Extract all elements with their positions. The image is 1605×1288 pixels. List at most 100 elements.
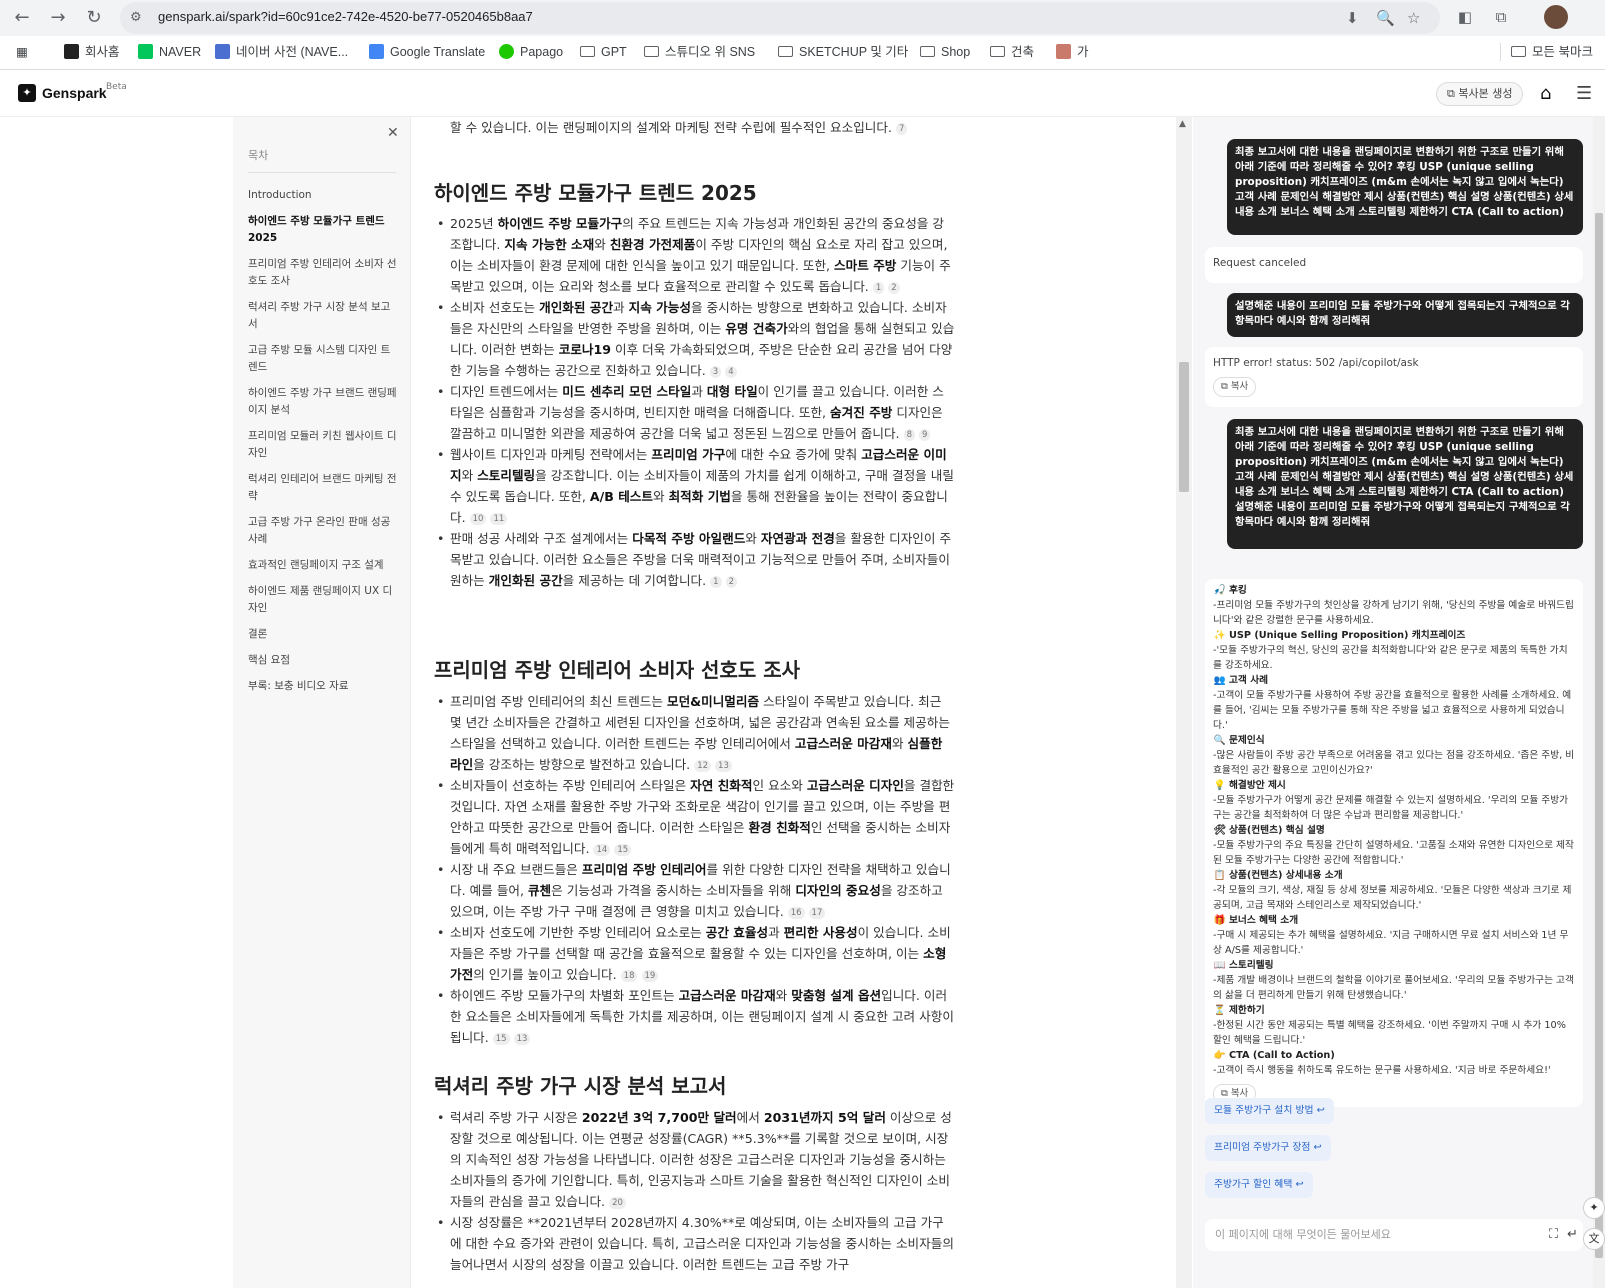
apps-icon[interactable]: ▦	[16, 43, 28, 61]
emoji-icon: 🛠	[1213, 825, 1226, 836]
toc-item[interactable]: 고급 주방 모듈 시스템 디자인 트렌드	[248, 342, 398, 376]
emoji-icon: 🎁	[1213, 915, 1226, 926]
toc-item[interactable]: 하이엔드 주방 가구 브랜드 랜딩페이지 분석	[248, 385, 398, 419]
answer-text: -고객이 모듈 주방가구를 사용하여 주방 공간을 효율적으로 활용한 사례를 …	[1213, 690, 1572, 731]
toc-item[interactable]: 럭셔리 인테리어 브랜드 마케팅 전략	[248, 471, 398, 505]
citation[interactable]: 17	[808, 907, 826, 919]
suggestion-chip[interactable]: 주방가구 할인 혜택 ↩	[1205, 1172, 1313, 1198]
citation[interactable]: 14	[593, 844, 611, 856]
forward-icon[interactable]: →	[44, 4, 72, 32]
citation[interactable]: 3	[709, 366, 722, 378]
app-logo[interactable]: Genspark	[42, 85, 107, 101]
toc-item[interactable]: 효과적인 랜딩페이지 구조 설계	[248, 557, 398, 574]
address-bar[interactable]: ⚙ genspark.ai/spark?id=60c91ce2-742e-452…	[120, 2, 1440, 34]
browser-toolbar: ← → ↻ ⚙ genspark.ai/spark?id=60c91ce2-74…	[0, 0, 1605, 36]
citation[interactable]: 1	[872, 282, 885, 294]
system-message: HTTP error! status: 502 /api/copilot/ask…	[1205, 347, 1583, 407]
toc-item[interactable]: 프리미엄 모듈러 키친 웹사이트 디자인	[248, 428, 398, 462]
answer-heading: ✨ USP (Unique Selling Proposition) 캐치프레이즈	[1213, 628, 1575, 643]
puzzle-icon[interactable]: ⧉	[1488, 4, 1514, 30]
bookmark-folder-sns[interactable]: 스튜디오 위 SNS	[644, 43, 755, 61]
folder-icon	[644, 46, 659, 57]
translate-icon[interactable]: 文	[1583, 1228, 1605, 1250]
back-icon[interactable]: ←	[8, 4, 36, 32]
citation[interactable]: 2	[888, 282, 900, 294]
toc-item[interactable]: 부록: 보충 비디오 자료	[248, 678, 398, 695]
site-settings-icon[interactable]: ⚙	[130, 10, 146, 26]
citation[interactable]: 10	[469, 513, 487, 525]
citation[interactable]: 8	[903, 429, 915, 441]
star-icon[interactable]: ☆	[1407, 9, 1420, 27]
genspark-logo-icon[interactable]: ✦	[18, 84, 36, 102]
url-text[interactable]: genspark.ai/spark?id=60c91ce2-742e-4520-…	[158, 9, 533, 24]
bookmark-3[interactable]: 네이버 사전 (NAVE...	[215, 43, 348, 61]
scroll-up-icon[interactable]: ▲	[1179, 119, 1186, 129]
bookmark-11[interactable]: 가	[1056, 43, 1089, 61]
toc-item[interactable]: 하이엔드 제품 랜딩페이지 UX 디자인	[248, 583, 398, 617]
bookmark-folder-gpt[interactable]: GPT	[580, 43, 627, 61]
article-scrollbar[interactable]: ▲	[1176, 117, 1192, 1288]
answer-heading-text: 제한하기	[1229, 1005, 1265, 1016]
citation[interactable]: 19	[641, 970, 659, 982]
chat-input[interactable]: 이 페이지에 대해 무엇이든 물어보세요 ⛶ ↵	[1205, 1219, 1583, 1251]
citation[interactable]: 2	[725, 576, 737, 588]
bookmark-5[interactable]: Papago	[499, 43, 563, 61]
zoom-icon[interactable]: 🔍	[1376, 9, 1395, 27]
bookmark-folder-sketchup[interactable]: SKETCHUP 및 기타	[778, 43, 908, 61]
list-item: 소비자 선호도에 기반한 주방 인테리어 요소로는 공간 효율성과 편리한 사용…	[437, 922, 955, 985]
install-icon[interactable]: ⬇	[1346, 9, 1359, 27]
toc-item[interactable]: 하이엔드 주방 모듈가구 트렌드 2025	[248, 213, 398, 247]
send-icon[interactable]: ↵	[1567, 1219, 1578, 1251]
answer-heading: 🛠 상품(컨텐츠) 핵심 설명	[1213, 823, 1575, 838]
answer-text: -모듈 주방가구의 주요 특징을 간단히 설명하세요. '고품질 소재와 유연한…	[1213, 840, 1574, 866]
citation[interactable]: 18	[620, 970, 638, 982]
citation[interactable]: 15	[614, 844, 632, 856]
section-title: 프리미엄 주방 인테리어 소비자 선호도 조사	[434, 658, 801, 682]
citation[interactable]: 1	[710, 576, 722, 588]
citation[interactable]: 15	[492, 1033, 510, 1045]
expand-icon[interactable]: ⛶	[1549, 1219, 1558, 1251]
toc-item[interactable]: Introduction	[248, 187, 398, 204]
toc-item[interactable]: 프리미엄 주방 인테리어 소비자 선호도 조사	[248, 256, 398, 290]
system-message: Request canceled	[1205, 247, 1583, 283]
toc-item[interactable]: 럭셔리 주방 가구 시장 분석 보고서	[248, 299, 398, 333]
toc-item[interactable]: 고급 주방 가구 온라인 판매 성공 사례	[248, 514, 398, 548]
chat-scrollbar[interactable]	[1593, 117, 1605, 1288]
all-bookmarks[interactable]: 모든 북마크	[1500, 43, 1593, 61]
answer-heading-text: 상품(컨텐츠) 핵심 설명	[1229, 825, 1325, 836]
list-item: 프리미엄 주방 인테리어의 최신 트렌드는 모던&미니멀리즘 스타일이 주목받고…	[437, 691, 955, 775]
bookmark-2[interactable]: NAVER	[138, 43, 201, 61]
citation[interactable]: 4	[725, 366, 737, 378]
avatar[interactable]	[1544, 5, 1568, 29]
citation[interactable]: 11	[490, 513, 508, 525]
bullet-list: 럭셔리 주방 가구 시장은 2022년 3억 7,700만 달러에서 2031년…	[437, 1107, 955, 1275]
scrollbar-thumb[interactable]	[1179, 362, 1189, 492]
toc-item[interactable]: 핵심 요점	[248, 652, 398, 669]
answer-heading: 🔍 문제인식	[1213, 733, 1575, 748]
bookmark-folder-arch[interactable]: 건축	[990, 43, 1034, 61]
reload-icon[interactable]: ↻	[80, 4, 108, 32]
scrollbar-thumb[interactable]	[1595, 213, 1603, 1258]
citation[interactable]: 13	[513, 1033, 531, 1045]
toc-item[interactable]: 결론	[248, 626, 398, 643]
suggestion-chip[interactable]: 모듈 주방가구 설치 방법 ↩	[1205, 1098, 1334, 1124]
citation[interactable]: 12	[694, 760, 712, 772]
menu-icon[interactable]: ☰	[1576, 83, 1592, 104]
sparkle-icon[interactable]: ✦	[1583, 1197, 1605, 1219]
suggestion-chip[interactable]: 프리미엄 주방가구 장점 ↩	[1205, 1135, 1331, 1161]
bookmark-1[interactable]: 회사홈	[64, 43, 120, 61]
section-title: 하이엔드 주방 모듈가구 트렌드 2025	[434, 181, 757, 205]
citation[interactable]: 20	[609, 1197, 626, 1209]
copy-button[interactable]: ⧉ 복사	[1213, 377, 1257, 397]
close-icon[interactable]: ✕	[387, 125, 399, 141]
citation[interactable]: 7	[896, 123, 908, 135]
citation[interactable]: 16	[787, 907, 805, 919]
citation[interactable]: 9	[919, 429, 931, 441]
list-item: 판매 성공 사례와 구조 설계에서는 다목적 주방 아일랜드와 자연광과 전경을…	[437, 528, 955, 591]
citation[interactable]: 13	[715, 760, 732, 772]
bookmark-folder-shop[interactable]: Shop	[920, 43, 970, 61]
create-copy-button[interactable]: ⧉ 복사본 생성	[1436, 82, 1524, 106]
extension-icon[interactable]: ◧	[1452, 4, 1478, 30]
home-icon[interactable]: ⌂	[1540, 83, 1551, 104]
bookmark-4[interactable]: Google Translate	[369, 43, 485, 61]
